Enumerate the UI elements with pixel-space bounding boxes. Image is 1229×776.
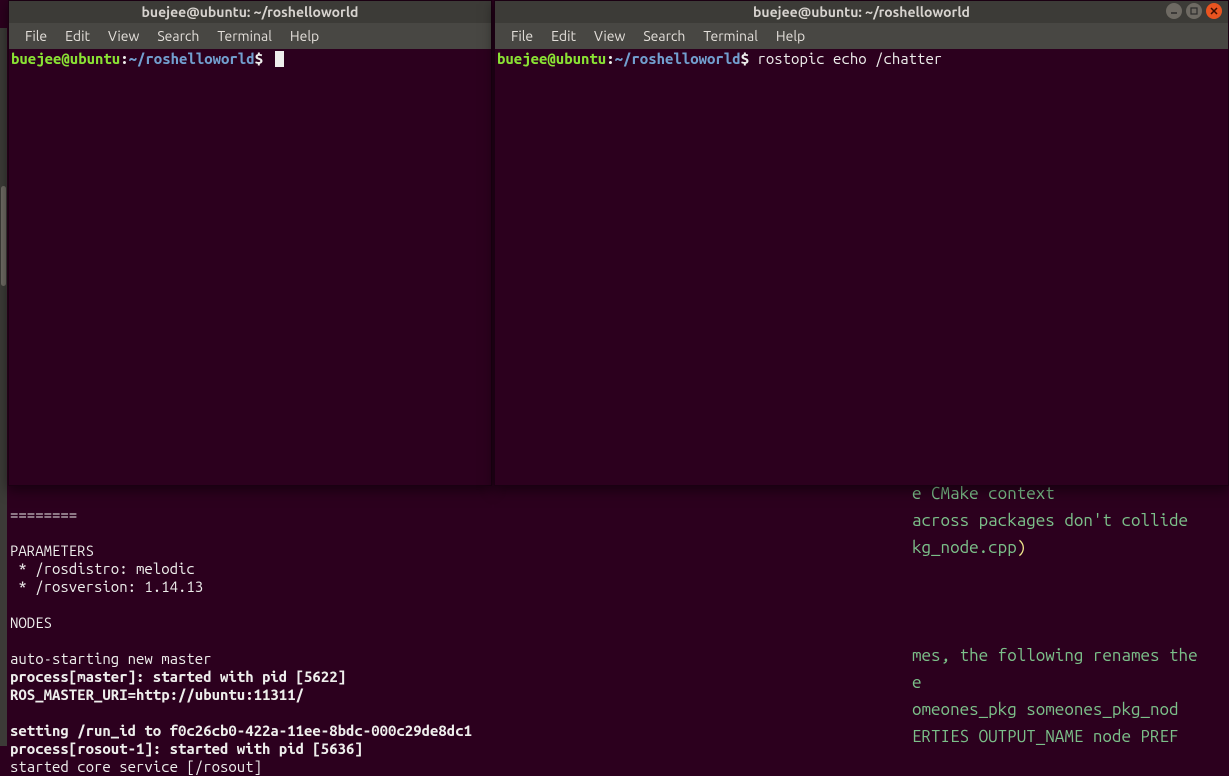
bg-autostart: auto-starting new master — [10, 650, 212, 667]
bg-ed-l4: mes, the following renames the — [912, 646, 1198, 665]
menu-edit[interactable]: Edit — [543, 26, 584, 46]
launcher-scroll-thumb — [1, 186, 6, 286]
bg-sep: ======== — [10, 506, 77, 523]
titlebar-right[interactable]: buejee@ubuntu: ~/roshelloworld — [495, 1, 1228, 23]
maximize-icon — [1190, 7, 1198, 15]
bg-param1: * /rosdistro: melodic — [10, 560, 195, 577]
right-command: rostopic echo /chatter — [757, 50, 942, 67]
menu-edit[interactable]: Edit — [57, 26, 98, 46]
bg-master-uri: ROS_MASTER_URI=http://ubuntu:11311/ — [10, 686, 304, 703]
menu-terminal[interactable]: Terminal — [695, 26, 766, 46]
minimize-button[interactable] — [1166, 3, 1182, 19]
menubar-left: File Edit View Search Terminal Help — [9, 23, 491, 49]
menu-view[interactable]: View — [586, 26, 633, 46]
bg-params-hdr: PARAMETERS — [10, 542, 94, 559]
menu-help[interactable]: Help — [282, 26, 327, 46]
bg-ed-l6: omeones_pkg someones_pkg_nod — [912, 700, 1179, 719]
bg-started-core: started core service [/rosout] — [10, 758, 262, 775]
menu-terminal[interactable]: Terminal — [209, 26, 280, 46]
launcher-strip — [0, 28, 7, 746]
bg-ed-l7: ERTIES OUTPUT_NAME node PREF — [912, 727, 1179, 746]
menu-search[interactable]: Search — [635, 26, 693, 46]
prompt-colon: : — [606, 50, 614, 67]
bg-ed-l2: across packages don't collide — [912, 511, 1188, 530]
terminal-body-left[interactable]: buejee@ubuntu:~/roshelloworld$ — [9, 49, 491, 485]
cursor-block-icon — [275, 51, 284, 67]
bg-ed-l3: kg_node.cpp — [912, 538, 1017, 557]
menu-file[interactable]: File — [17, 26, 55, 46]
terminal-body-right[interactable]: buejee@ubuntu:~/roshelloworld$ rostopic … — [495, 49, 1228, 485]
prompt-colon: : — [120, 50, 128, 67]
prompt-dollar: $ — [741, 50, 749, 67]
prompt-path: ~/roshelloworld — [129, 50, 255, 67]
bg-editor-text: e CMake context across packages don't co… — [912, 480, 1198, 750]
bg-ed-l3p: ) — [1017, 538, 1027, 557]
bg-proc-master: process[master]: started with pid [5622] — [10, 668, 346, 685]
prompt-userhost: buejee@ubuntu — [11, 50, 120, 67]
menu-search[interactable]: Search — [149, 26, 207, 46]
terminal-window-right: buejee@ubuntu: ~/roshelloworld File Edit… — [494, 0, 1229, 486]
menu-help[interactable]: Help — [768, 26, 813, 46]
bg-roscore-output: ======== PARAMETERS * /rosdistro: melodi… — [8, 488, 908, 776]
maximize-button[interactable] — [1186, 3, 1202, 19]
bg-nodes-hdr: NODES — [10, 614, 52, 631]
prompt-path: ~/roshelloworld — [615, 50, 741, 67]
bg-ed-l5: e — [912, 673, 922, 692]
close-button[interactable] — [1206, 3, 1222, 19]
close-icon — [1210, 7, 1218, 15]
bg-set-runid: setting /run_id to f0c26cb0-422a-11ee-8b… — [10, 722, 472, 739]
titlebar-left[interactable]: buejee@ubuntu: ~/roshelloworld — [9, 1, 491, 23]
menu-view[interactable]: View — [100, 26, 147, 46]
menu-file[interactable]: File — [503, 26, 541, 46]
bg-ed-l1: e CMake context — [912, 484, 1055, 503]
terminal-window-left: buejee@ubuntu: ~/roshelloworld File Edit… — [8, 0, 492, 486]
minimize-icon — [1170, 7, 1178, 15]
window-title-right: buejee@ubuntu: ~/roshelloworld — [753, 4, 970, 20]
window-controls — [1166, 3, 1222, 19]
prompt-dollar: $ — [255, 50, 263, 67]
bg-proc-rosout: process[rosout-1]: started with pid [563… — [10, 740, 363, 757]
prompt-userhost: buejee@ubuntu — [497, 50, 606, 67]
window-title-left: buejee@ubuntu: ~/roshelloworld — [142, 4, 359, 20]
bg-param2: * /rosversion: 1.14.13 — [10, 578, 203, 595]
menubar-right: File Edit View Search Terminal Help — [495, 23, 1228, 49]
